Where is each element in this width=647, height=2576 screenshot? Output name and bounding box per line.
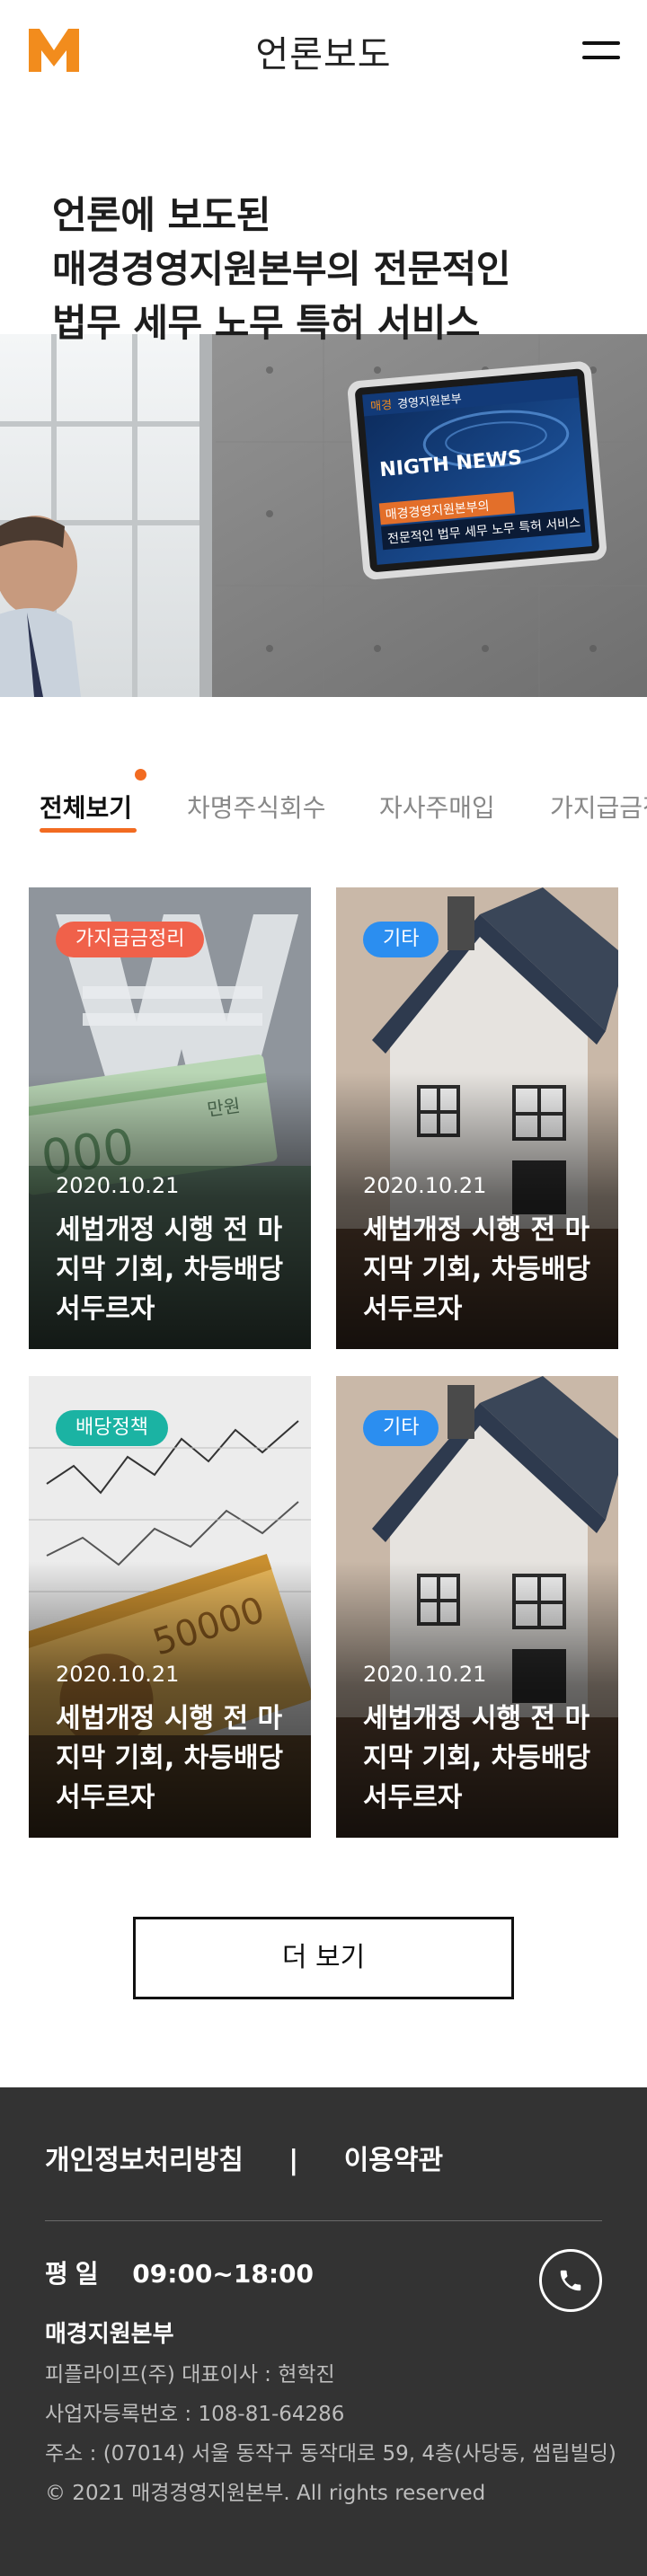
card-headline: 세법개정 시행 전 마지막 기회, 차등배당 서두르자 <box>56 1703 284 1813</box>
category-badge: 기타 <box>363 1410 439 1446</box>
business-hours-value: 09:00~18:00 <box>132 2259 314 2289</box>
company-name: 매경지원본부 <box>45 2321 174 2348</box>
hero-title-line: 언론에 보도된 <box>52 193 270 237</box>
hero-title-line: 매경경영지원본부의 전문적인 <box>52 247 510 291</box>
ceo-info: 피플라이프(주) 대표이사 : 현학진 <box>45 2363 335 2386</box>
business-hours: 평일 09:00~18:00 <box>45 2254 314 2290</box>
card-date: 2020.10.21 <box>56 1662 180 1687</box>
article-card[interactable]: 기타 2020.10.21 세법개정 시행 전 마지막 기회, 차등배당 서두르… <box>336 887 618 1349</box>
category-badge: 가지급금정리 <box>56 922 205 957</box>
tab-treasury-stock[interactable]: 자사주매입 <box>379 789 495 825</box>
footer: 개인정보처리방침 | 이용약관 평일 09:00~18:00 매경지원본부 피플… <box>0 2087 647 2576</box>
footer-link-separator: | <box>288 2145 299 2176</box>
tab-borrowed-name-stock[interactable]: 차명주식회수 <box>187 789 326 825</box>
category-tabs: 전체보기 차명주식회수 자사주매입 가지급금정리 <box>0 772 647 837</box>
terms-of-use-link[interactable]: 이용약관 <box>344 2145 443 2176</box>
article-card[interactable]: 기타 2020.10.21 세법개정 시행 전 마지막 기회, 차등배당 서두르… <box>336 1376 618 1838</box>
header: 언론보도 <box>0 0 647 101</box>
copyright: © 2021 매경경영지원본부. All rights reserved <box>45 2482 486 2505</box>
card-headline: 세법개정 시행 전 마지막 기회, 차등배당 서두르자 <box>363 1703 591 1813</box>
article-card[interactable]: 50000 배당정책 2020.10.21 세법개정 시행 전 마지막 기회, … <box>29 1376 311 1838</box>
footer-divider <box>45 2220 602 2221</box>
article-card[interactable]: 000 만원 가지급금정리 2020.10.21 세법개정 시행 전 마지막 기… <box>29 887 311 1349</box>
load-more-button[interactable]: 더 보기 <box>133 1917 514 1999</box>
hero-title-line: 법무 세무 노무 특허 서비스 <box>52 301 481 345</box>
footer-links: 개인정보처리방침 | 이용약관 <box>45 2138 443 2177</box>
page-title: 언론보도 <box>255 34 392 75</box>
card-date: 2020.10.21 <box>363 1662 487 1687</box>
address: 주소 : (07014) 서울 동작구 동작대로 59, 4층(사당동, 썸립빌… <box>45 2442 616 2466</box>
hero-title: 언론에 보도된 매경경영지원본부의 전문적인 법무 세무 노무 특허 서비스 <box>52 189 510 350</box>
tab-all[interactable]: 전체보기 <box>40 789 132 825</box>
hero-image: 매경 경영지원본부 NIGTH NEWS 매경경영지원본부의 전문적인 법무 세… <box>0 334 647 697</box>
business-hours-label: 평일 <box>45 2259 106 2289</box>
tv-brand-prefix: 매경 <box>370 399 393 414</box>
phone-icon[interactable] <box>539 2249 602 2312</box>
card-headline: 세법개정 시행 전 마지막 기회, 차등배당 서두르자 <box>363 1214 591 1325</box>
category-badge: 배당정책 <box>56 1410 168 1446</box>
privacy-policy-link[interactable]: 개인정보처리방침 <box>45 2145 244 2176</box>
business-number: 사업자등록번호 : 108-81-64286 <box>45 2403 345 2426</box>
category-badge: 기타 <box>363 922 439 957</box>
card-date: 2020.10.21 <box>363 1173 487 1198</box>
tab-provisional-payment[interactable]: 가지급금정리 <box>550 789 647 825</box>
tab-active-underline <box>40 828 137 833</box>
card-headline: 세법개정 시행 전 마지막 기회, 차등배당 서두르자 <box>56 1214 284 1325</box>
hamburger-menu-icon[interactable] <box>582 36 620 63</box>
card-date: 2020.10.21 <box>56 1173 180 1198</box>
